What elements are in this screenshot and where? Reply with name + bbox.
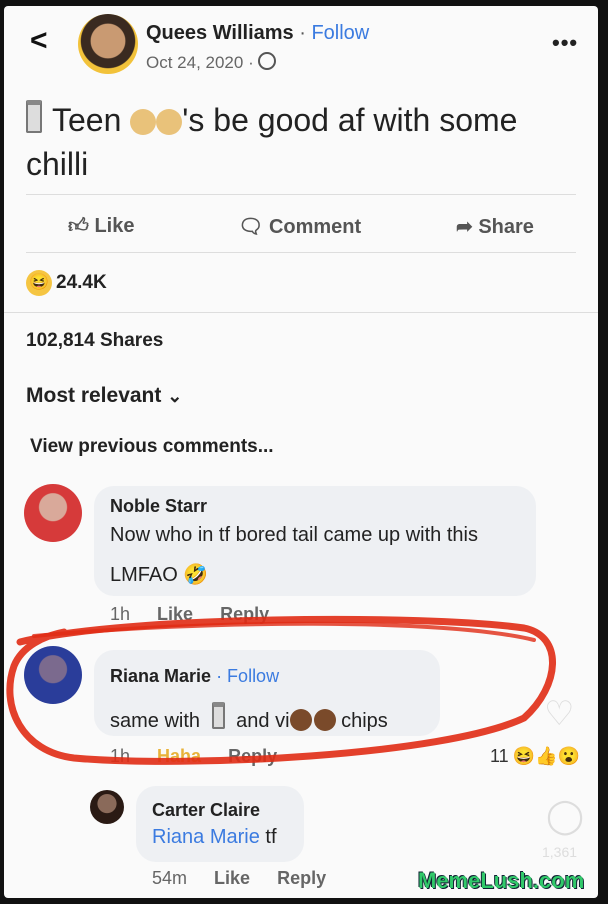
post-date: Oct 24, 2020 · (146, 52, 276, 73)
follow-link[interactable]: Follow (311, 22, 369, 44)
boy-dark-emoji-icon (313, 709, 336, 731)
comment-icon: 🗨︎ (238, 216, 264, 238)
comment-author[interactable]: Riana Marie (110, 666, 211, 686)
watermark: MemeLush.com (418, 868, 585, 893)
commenter-avatar[interactable] (90, 790, 124, 824)
comment-haha-button[interactable]: Haha (157, 746, 201, 766)
comment-meta: 1h Like Reply (110, 604, 291, 625)
commenter-avatar[interactable] (24, 484, 82, 542)
comment-text: same with and vi chips (110, 702, 388, 733)
view-previous-comments[interactable]: View previous comments... (30, 436, 274, 458)
author-line: Quees Williams · Follow (146, 22, 369, 45)
share-label: Share (478, 216, 534, 238)
comment-text-body: tf (265, 826, 277, 848)
date-text: Oct 24, 2020 · (146, 53, 254, 72)
comment-reply-button[interactable]: Reply (277, 868, 326, 888)
comment-like-button[interactable]: Like (157, 604, 193, 624)
boy-emoji-icon (156, 109, 183, 135)
comment-like-button[interactable]: Like (214, 868, 250, 888)
wow-reaction-icon: 😮 (557, 746, 580, 766)
like-reaction-icon: 👍 (535, 746, 558, 766)
comment-reactions[interactable]: 11 😆👍😮 (490, 746, 580, 767)
divider (4, 312, 598, 313)
haha-reaction-icon[interactable]: 😆 (26, 270, 52, 296)
like-label: Like (94, 215, 135, 237)
thumbs-up-icon: 👍︎ (68, 215, 89, 237)
laughing-emoji-icon: 🤣 (183, 564, 209, 586)
comment-bubble-icon[interactable]: ◯ (546, 796, 584, 836)
comment-bubble (136, 786, 304, 862)
comment-text-a: same with (110, 710, 201, 732)
comment-author-line: Riana Marie · Follow (110, 666, 279, 687)
more-options-icon[interactable]: ••• (552, 30, 578, 56)
comment-reply-button[interactable]: Reply (228, 746, 277, 766)
post-text: Teen 's be good af with some chilli (26, 98, 586, 186)
comment-count: 1,361 (542, 844, 578, 860)
separator: · (299, 22, 306, 44)
comment-author[interactable]: Carter Claire (152, 800, 260, 821)
mention-link[interactable]: Riana Marie (152, 826, 260, 848)
like-button[interactable]: 👍︎ Like (68, 214, 135, 238)
comment-button[interactable]: 🗨︎ Comment (238, 214, 361, 239)
post-frame: < Quees Williams · Follow Oct 24, 2020 ·… (4, 6, 598, 898)
follow-link[interactable]: · Follow (216, 666, 279, 686)
comment-text: Now who in tf bored tail came up with th… (110, 524, 478, 546)
reaction-count[interactable]: 24.4K (56, 272, 107, 294)
globe-icon (257, 52, 276, 70)
comment-meta: 1h Haha Reply (110, 746, 299, 767)
post-header: < Quees Williams · Follow Oct 24, 2020 ·… (4, 6, 598, 86)
comment-text-lmfao: LMFAO (110, 564, 178, 586)
share-button[interactable]: ➦ Share (456, 214, 534, 239)
sort-dropdown[interactable]: Most relevant ⌄ (26, 384, 182, 408)
comment-time: 1h (110, 604, 131, 624)
salt-shaker-icon (211, 702, 225, 729)
back-icon[interactable]: < (30, 24, 48, 58)
divider (26, 252, 576, 253)
comment-text-line2: LMFAO 🤣 (110, 562, 208, 587)
comment-time: 54m (152, 868, 188, 888)
girl-dark-emoji-icon (289, 709, 312, 731)
author-avatar[interactable] (78, 14, 138, 74)
comment-time: 1h (110, 746, 131, 766)
chevron-down-icon: ⌄ (167, 386, 183, 406)
author-name[interactable]: Quees Williams (146, 22, 294, 44)
post-text-part1: Teen (52, 102, 122, 138)
comment-reply-button[interactable]: Reply (220, 604, 269, 624)
share-count[interactable]: 102,814 Shares (26, 330, 163, 352)
comment-reaction-count: 11 (490, 746, 509, 766)
girl-emoji-icon (130, 109, 157, 135)
comment-author[interactable]: Noble Starr (110, 496, 207, 517)
haha-reaction-icon: 😆 (512, 746, 536, 766)
salt-shaker-icon (26, 100, 42, 133)
comment-text: Riana Marie tf (152, 826, 277, 849)
heart-icon[interactable]: ♡ (544, 694, 574, 734)
sort-label: Most relevant (26, 384, 162, 407)
comment-label: Comment (268, 216, 362, 238)
share-arrow-icon: ➦ (456, 216, 473, 238)
comment-text-b: and vi (236, 710, 290, 732)
comment-meta: 54m Like Reply (152, 868, 348, 889)
divider (26, 194, 576, 195)
comment-text-c: chips (341, 710, 388, 732)
commenter-avatar[interactable] (24, 646, 82, 704)
